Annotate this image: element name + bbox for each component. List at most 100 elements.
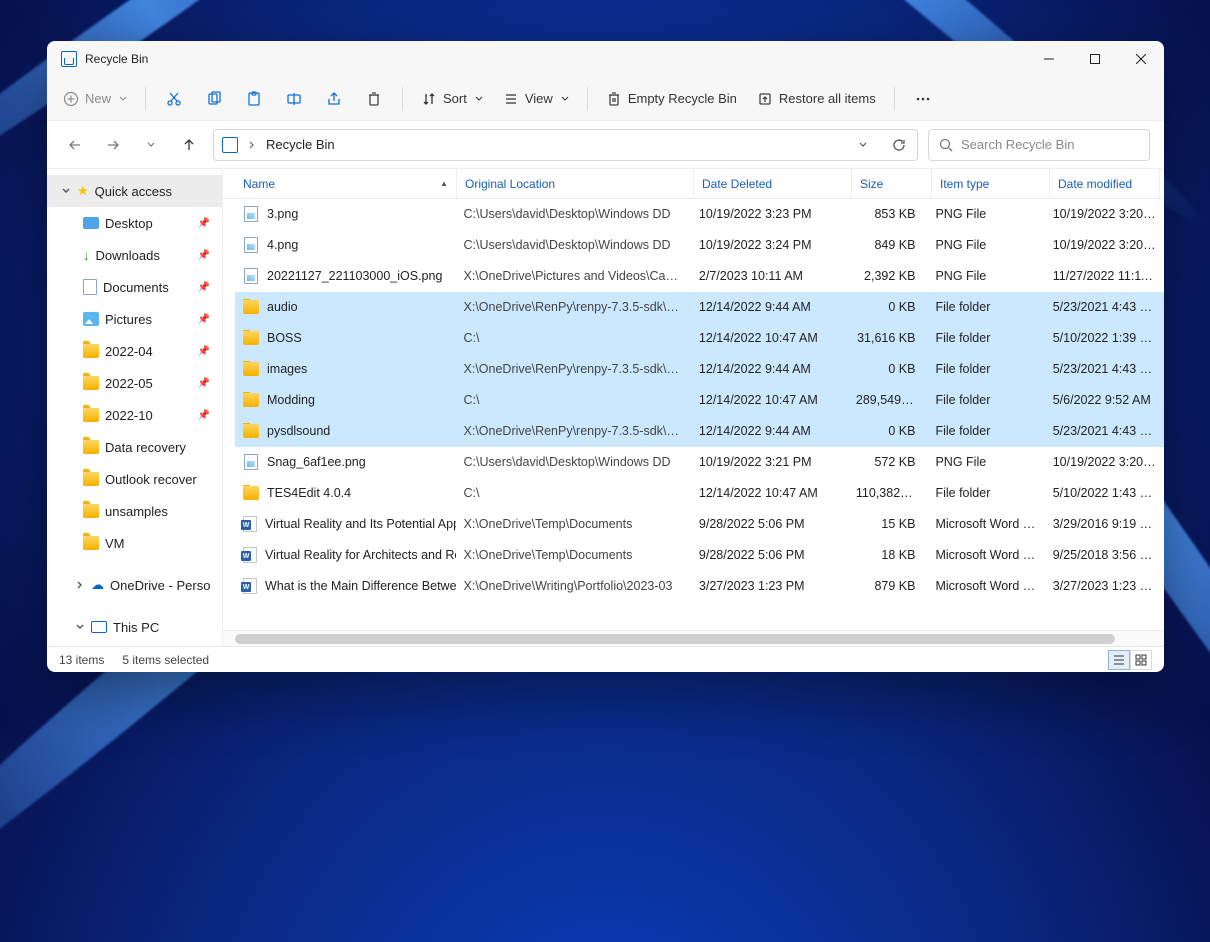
pin-icon: 📌 bbox=[198, 314, 210, 325]
table-row[interactable]: Snag_6af1ee.pngC:\Users\david\Desktop\Wi… bbox=[235, 447, 1164, 478]
share-button[interactable] bbox=[316, 83, 352, 115]
table-row[interactable]: 20221127_221103000_iOS.pngX:\OneDrive\Pi… bbox=[235, 261, 1164, 292]
cut-button[interactable] bbox=[156, 83, 192, 115]
col-name[interactable]: Name▲ bbox=[235, 169, 457, 198]
sidebar-label: Quick access bbox=[95, 184, 172, 199]
minimize-button[interactable] bbox=[1026, 41, 1072, 77]
file-list-panel: Name▲ Original Location Date Deleted Siz… bbox=[223, 169, 1164, 646]
details-view-button[interactable] bbox=[1108, 650, 1130, 670]
cell-location: C:\ bbox=[456, 486, 691, 500]
cell-location: X:\OneDrive\RenPy\renpy-7.3.5-sdk\gui\..… bbox=[456, 362, 691, 376]
new-button[interactable]: New bbox=[55, 83, 135, 115]
address-bar[interactable]: Recycle Bin bbox=[213, 129, 918, 161]
sidebar-item-label: Downloads bbox=[96, 248, 160, 263]
folder-icon bbox=[243, 300, 259, 314]
sidebar-item[interactable]: Desktop📌 bbox=[47, 207, 222, 239]
search-input[interactable] bbox=[961, 137, 1139, 152]
column-headers: Name▲ Original Location Date Deleted Siz… bbox=[223, 169, 1164, 199]
word-file-icon bbox=[243, 578, 257, 594]
cell-name: 20221127_221103000_iOS.png bbox=[235, 268, 456, 284]
sidebar-item[interactable]: 2022-10📌 bbox=[47, 399, 222, 431]
rename-button[interactable] bbox=[276, 83, 312, 115]
sidebar-item[interactable]: unsamples bbox=[47, 495, 222, 527]
cell-size: 0 KB bbox=[848, 424, 928, 438]
horizontal-scrollbar[interactable] bbox=[223, 630, 1164, 646]
pin-icon: 📌 bbox=[198, 282, 210, 293]
table-row[interactable]: What is the Main Difference Betwe...X:\O… bbox=[235, 571, 1164, 602]
sort-button[interactable]: Sort bbox=[413, 83, 491, 115]
cell-location: C:\ bbox=[456, 331, 691, 345]
folder-icon bbox=[83, 344, 99, 358]
empty-label: Empty Recycle Bin bbox=[628, 91, 737, 106]
cell-date-modified: 10/19/2022 3:20 PM bbox=[1045, 238, 1164, 252]
sidebar-item[interactable]: Outlook recover bbox=[47, 463, 222, 495]
recent-dropdown[interactable] bbox=[137, 131, 165, 159]
pin-icon: 📌 bbox=[198, 346, 210, 357]
forward-button[interactable] bbox=[99, 131, 127, 159]
delete-button[interactable] bbox=[356, 83, 392, 115]
table-row[interactable]: 3.pngC:\Users\david\Desktop\Windows DD10… bbox=[235, 199, 1164, 230]
cell-type: File folder bbox=[927, 331, 1044, 345]
search-box[interactable] bbox=[928, 129, 1150, 161]
sidebar-item[interactable]: Data recovery bbox=[47, 431, 222, 463]
cell-location: C:\Users\david\Desktop\Windows DD bbox=[456, 455, 691, 469]
paste-button[interactable] bbox=[236, 83, 272, 115]
sidebar-item-this-pc[interactable]: This PC bbox=[47, 611, 222, 643]
cell-size: 289,549 KB bbox=[848, 393, 928, 407]
up-button[interactable] bbox=[175, 131, 203, 159]
more-button[interactable] bbox=[905, 83, 941, 115]
cell-date-deleted: 10/19/2022 3:21 PM bbox=[691, 455, 848, 469]
table-row[interactable]: Virtual Reality and Its Potential App...… bbox=[235, 509, 1164, 540]
cell-location: X:\OneDrive\RenPy\renpy-7.3.5-sdk\gui\..… bbox=[456, 300, 691, 314]
cell-type: Microsoft Word D... bbox=[927, 548, 1044, 562]
titlebar[interactable]: Recycle Bin bbox=[47, 41, 1164, 77]
chevron-down-icon bbox=[475, 95, 483, 103]
col-date-modified[interactable]: Date modified bbox=[1050, 169, 1160, 198]
sidebar-item[interactable]: Pictures📌 bbox=[47, 303, 222, 335]
thumbnails-view-button[interactable] bbox=[1130, 650, 1152, 670]
chevron-down-icon bbox=[119, 95, 127, 103]
cell-size: 0 KB bbox=[848, 362, 928, 376]
sidebar-item[interactable]: Documents📌 bbox=[47, 271, 222, 303]
sidebar-item-label: Outlook recover bbox=[105, 472, 197, 487]
col-original-location[interactable]: Original Location bbox=[457, 169, 694, 198]
sidebar-item-onedrive[interactable]: ☁ OneDrive - Perso bbox=[47, 569, 222, 601]
cell-name: 3.png bbox=[235, 206, 456, 222]
table-row[interactable]: 4.pngC:\Users\david\Desktop\Windows DD10… bbox=[235, 230, 1164, 261]
breadcrumb[interactable]: Recycle Bin bbox=[266, 137, 335, 152]
scrollbar-thumb[interactable] bbox=[235, 634, 1115, 644]
cell-type: PNG File bbox=[927, 207, 1044, 221]
cell-date-deleted: 9/28/2022 5:06 PM bbox=[691, 517, 848, 531]
address-dropdown[interactable] bbox=[849, 141, 877, 149]
back-button[interactable] bbox=[61, 131, 89, 159]
refresh-button[interactable] bbox=[885, 138, 913, 152]
table-row[interactable]: Virtual Reality for Architects and Re...… bbox=[235, 540, 1164, 571]
copy-button[interactable] bbox=[196, 83, 232, 115]
file-list[interactable]: 3.pngC:\Users\david\Desktop\Windows DD10… bbox=[223, 199, 1164, 630]
sidebar-item-label: unsamples bbox=[105, 504, 168, 519]
recycle-bin-icon bbox=[222, 137, 238, 153]
view-button[interactable]: View bbox=[495, 83, 577, 115]
table-row[interactable]: imagesX:\OneDrive\RenPy\renpy-7.3.5-sdk\… bbox=[235, 354, 1164, 385]
sidebar-item[interactable]: ↓Downloads📌 bbox=[47, 239, 222, 271]
nav-sidebar[interactable]: ★ Quick access Desktop📌↓Downloads📌Docume… bbox=[47, 169, 223, 646]
sidebar-item[interactable]: 2022-05📌 bbox=[47, 367, 222, 399]
table-row[interactable]: BOSSC:\12/14/2022 10:47 AM31,616 KBFile … bbox=[235, 323, 1164, 354]
empty-recycle-bin-button[interactable]: Empty Recycle Bin bbox=[598, 83, 745, 115]
restore-all-button[interactable]: Restore all items bbox=[749, 83, 884, 115]
cell-date-deleted: 12/14/2022 10:47 AM bbox=[691, 486, 848, 500]
sidebar-item-quick-access[interactable]: ★ Quick access bbox=[47, 175, 222, 207]
maximize-button[interactable] bbox=[1072, 41, 1118, 77]
toolbar: New Sort View Empty Recycle Bin Restore … bbox=[47, 77, 1164, 121]
close-button[interactable] bbox=[1118, 41, 1164, 77]
table-row[interactable]: pysdlsoundX:\OneDrive\RenPy\renpy-7.3.5-… bbox=[235, 416, 1164, 447]
table-row[interactable]: ModdingC:\12/14/2022 10:47 AM289,549 KBF… bbox=[235, 385, 1164, 416]
sidebar-item[interactable]: 2022-04📌 bbox=[47, 335, 222, 367]
table-row[interactable]: TES4Edit 4.0.4C:\12/14/2022 10:47 AM110,… bbox=[235, 478, 1164, 509]
col-size[interactable]: Size bbox=[852, 169, 932, 198]
cell-type: File folder bbox=[927, 486, 1044, 500]
sidebar-item[interactable]: VM bbox=[47, 527, 222, 559]
table-row[interactable]: audioX:\OneDrive\RenPy\renpy-7.3.5-sdk\g… bbox=[235, 292, 1164, 323]
col-item-type[interactable]: Item type bbox=[932, 169, 1050, 198]
col-date-deleted[interactable]: Date Deleted bbox=[694, 169, 852, 198]
